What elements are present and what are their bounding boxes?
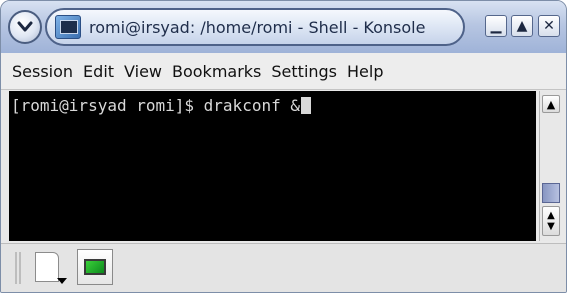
terminal-text: [romi@irsyad romi]$ drakconf & <box>11 96 300 115</box>
scroll-up-button[interactable]: ▲ <box>542 95 560 113</box>
arrow-up-icon: ▲ <box>547 210 555 221</box>
session-tab-bar <box>1 243 566 292</box>
menu-bookmarks[interactable]: Bookmarks <box>172 62 261 81</box>
window-menu-button[interactable] <box>8 10 42 44</box>
konsole-window: romi@irsyad: /home/romi - Shell - Konsol… <box>0 0 567 293</box>
new-session-button[interactable] <box>31 250 69 288</box>
window-title: romi@irsyad: /home/romi - Shell - Konsol… <box>89 17 426 37</box>
terminal-area[interactable]: [romi@irsyad romi]$ drakconf & <box>9 91 536 241</box>
close-button[interactable]: ✕ <box>538 15 560 37</box>
minimize-button[interactable]: ▁ <box>485 15 507 37</box>
toolbar-grip[interactable] <box>15 252 21 284</box>
title-bar[interactable]: romi@irsyad: /home/romi - Shell - Konsol… <box>1 1 566 53</box>
menu-help[interactable]: Help <box>347 62 383 81</box>
maximize-button[interactable]: ▲ <box>511 15 533 37</box>
chevron-down-icon <box>17 21 33 32</box>
new-session-icon <box>35 252 59 282</box>
dropdown-arrow-icon <box>57 278 67 284</box>
scroll-down-buttons[interactable]: ▲ ▼ <box>542 206 560 236</box>
menu-session[interactable]: Session <box>12 62 73 81</box>
vertical-scrollbar[interactable]: ▲ ▲ ▼ <box>539 91 561 241</box>
arrow-up-icon: ▲ <box>546 97 556 111</box>
menu-view[interactable]: View <box>124 62 162 81</box>
arrow-down-icon: ▼ <box>547 221 555 232</box>
text-cursor <box>300 97 311 114</box>
konsole-app-icon <box>55 15 81 39</box>
terminal-line: [romi@irsyad romi]$ drakconf & <box>11 96 311 115</box>
session-tab[interactable] <box>77 249 113 285</box>
scroll-handle[interactable] <box>542 183 560 203</box>
menu-edit[interactable]: Edit <box>83 62 114 81</box>
title-area: romi@irsyad: /home/romi - Shell - Konsol… <box>45 8 465 46</box>
konsole-session-icon <box>84 259 106 275</box>
menu-bar: Session Edit View Bookmarks Settings Hel… <box>1 53 566 90</box>
menu-settings[interactable]: Settings <box>271 62 337 81</box>
